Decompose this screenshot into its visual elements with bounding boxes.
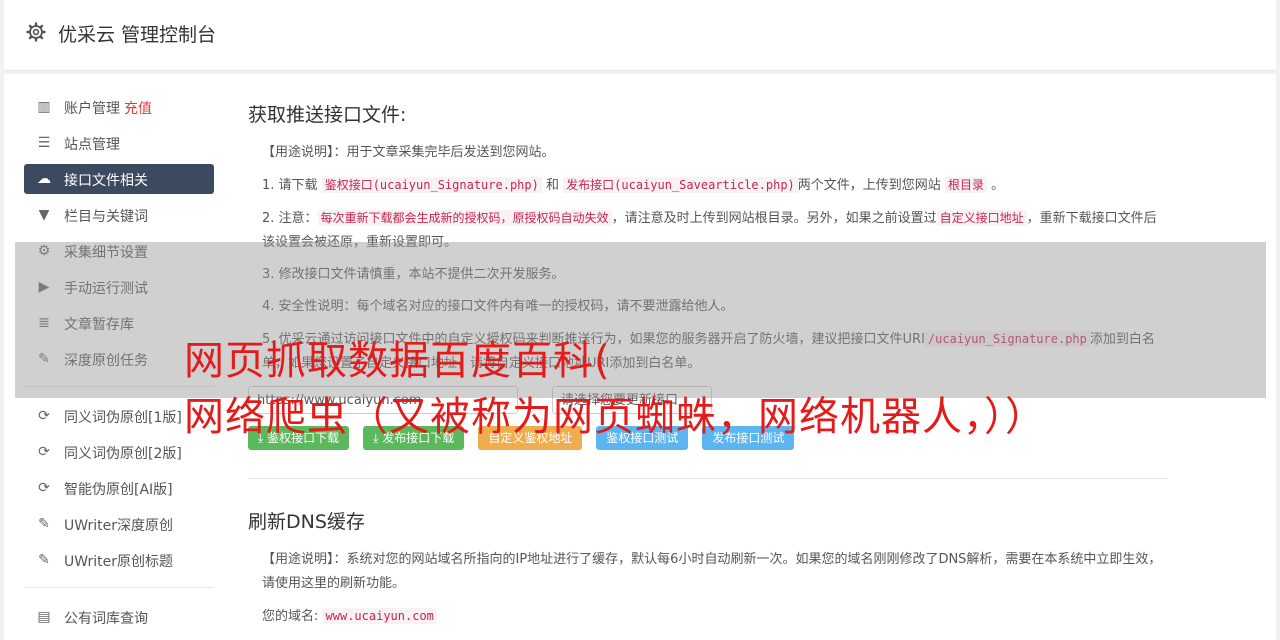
usage-note: 【用途说明】：用于文章采集完毕后发送到您网站。 [262, 145, 555, 160]
refresh-icon: ⟳ [38, 444, 50, 460]
caption-line-2: 网络爬虫（又被称为网页蜘蛛，网络机器人，）） [184, 394, 1046, 440]
bar-chart-icon: ▥ [37, 99, 51, 115]
app-header: 优采云 管理控制台 [4, 0, 1276, 71]
sidebar-item[interactable]: ☁ 接口文件相关 [24, 164, 214, 194]
page-title: 优采云 管理控制台 [58, 24, 217, 46]
refresh-icon: ⟳ [38, 408, 50, 424]
custom-url-code: 自定义接口地址 [936, 210, 1027, 226]
sidebar-item[interactable]: ▥ 账户管理 充值 [24, 92, 214, 122]
edit-icon: ✎ [38, 516, 50, 532]
server-icon: ☰ [37, 135, 51, 151]
domain-value: www.ucaiyun.com [322, 608, 437, 624]
gear-icon [26, 22, 46, 42]
sidebar-item-label: 接口文件相关 [64, 173, 148, 189]
sidebar-item[interactable]: ✎ UWriter深度原创 [24, 509, 214, 539]
step-1: 1. 请下载 鉴权接口(ucaiyun_Signature.php) 和 发布接… [262, 177, 1005, 193]
domain-row: 您的域名: www.ucaiyun.com [262, 604, 1168, 629]
section-title-interface-files: 获取推送接口文件: [248, 104, 407, 126]
root-dir-code: 根目录 [944, 177, 987, 193]
sidebar-divider [24, 587, 214, 588]
sidebar-item[interactable]: ▤ 公有词库查询 [24, 602, 214, 632]
sidebar-item-label: 栏目与关键词 [64, 209, 148, 225]
sidebar-item-label: 智能伪原创[AI版] [64, 482, 173, 498]
sidebar-item-label: 同义词伪原创[1版] [64, 410, 182, 426]
savearticle-file-code: 发布接口(ucaiyun_Savearticle.php) [563, 177, 798, 193]
sidebar-item-label: 公有词库查询 [64, 611, 148, 627]
edit-icon: ✎ [38, 552, 50, 568]
signature-file-code: 鉴权接口(ucaiyun_Signature.php) [321, 177, 542, 193]
cloud-upload-icon: ☁ [37, 171, 51, 187]
sidebar-item-label: UWriter深度原创 [64, 518, 173, 534]
sidebar-item[interactable]: ✎ UWriter原创标题 [24, 545, 214, 575]
divider [248, 478, 1168, 479]
section-title-dns: 刷新DNS缓存 [248, 511, 365, 533]
sidebar-item-label: 账户管理 充值 [64, 101, 152, 117]
recharge-link[interactable]: 充值 [124, 101, 152, 117]
filter-icon: ▼ [38, 207, 50, 223]
dns-usage-note: 【用途说明】：系统对您的网站域名所指向的IP地址进行了缓存，默认每6小时自动刷新… [262, 552, 1162, 591]
sidebar-item[interactable]: ▼ 栏目与关键词 [24, 200, 214, 230]
sidebar-item[interactable]: ☰ 站点管理 [24, 128, 214, 158]
book-icon: ▤ [37, 609, 51, 625]
refresh-icon: ⟳ [38, 480, 50, 496]
auth-code-warning: 每次重新下载都会生成新的授权码，原授权码自动失效 [317, 210, 612, 226]
caption-line-1: 网页抓取数据百度百科( [184, 338, 611, 384]
sidebar-item[interactable]: ⟳ 智能伪原创[AI版] [24, 473, 214, 503]
sidebar-item-label: 站点管理 [64, 137, 120, 153]
sidebar-item-label: 同义词伪原创[2版] [64, 446, 182, 462]
sidebar-item-label: UWriter原创标题 [64, 554, 173, 570]
